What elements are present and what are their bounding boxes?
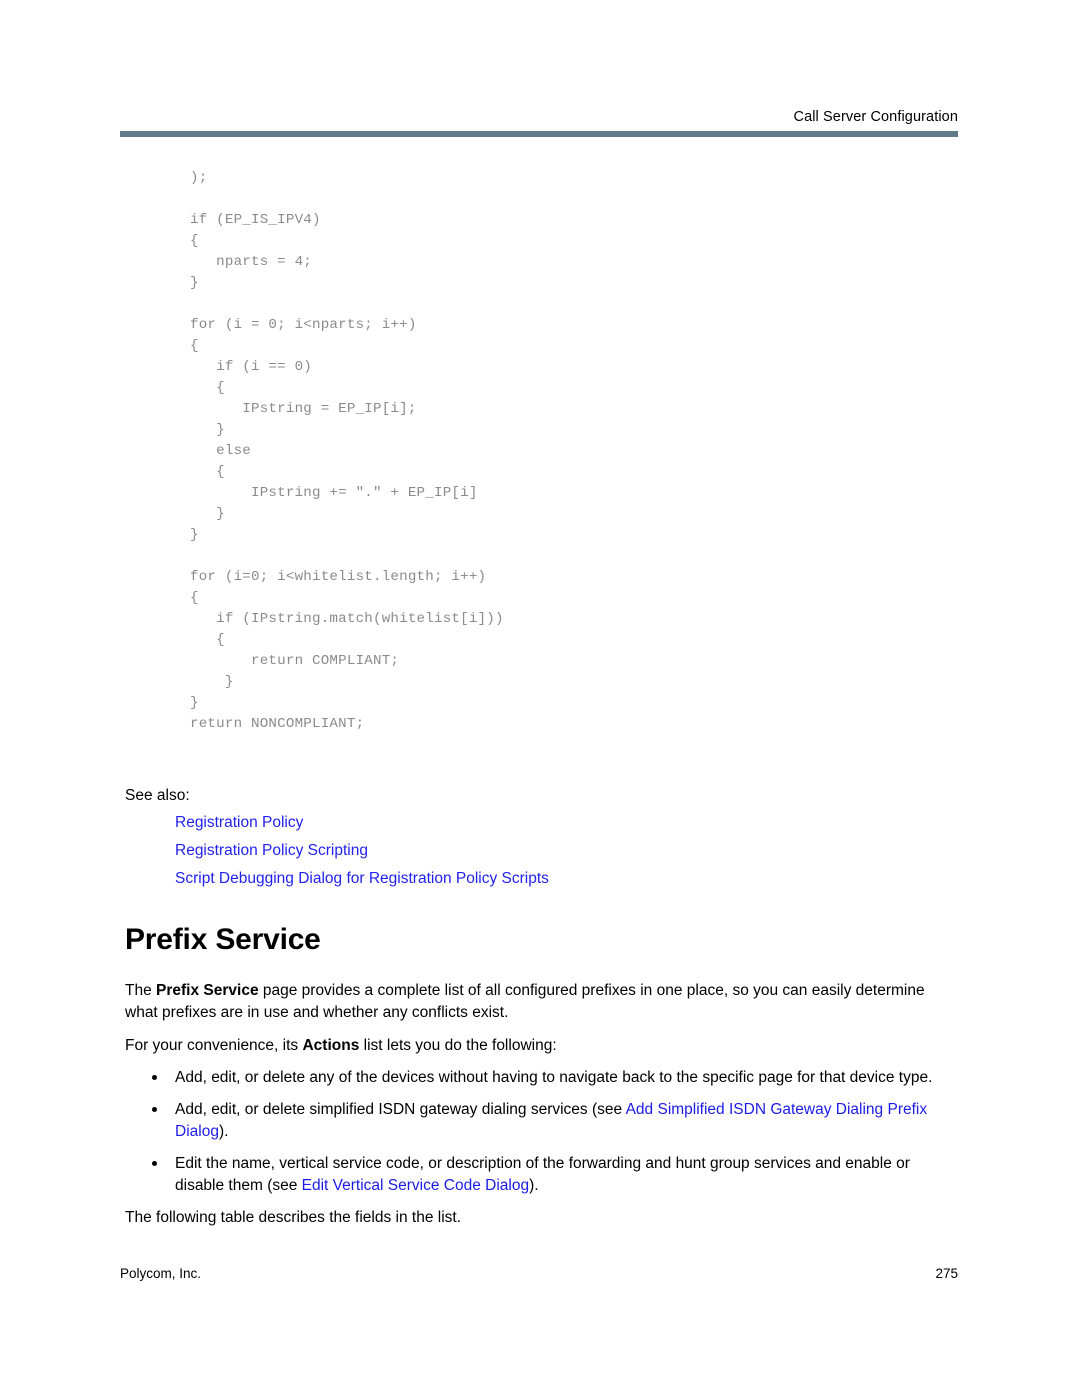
code-line: { — [190, 464, 225, 480]
code-line: IPstring += "." + EP_IP[i] — [190, 485, 478, 501]
actions-text-after: list lets you do the following: — [359, 1037, 557, 1054]
intro-text-before: The — [125, 982, 157, 999]
code-line: } — [190, 422, 225, 438]
see-also-link-registration-policy[interactable]: Registration Policy — [175, 814, 303, 831]
see-also-link-registration-policy-scripting[interactable]: Registration Policy Scripting — [175, 842, 368, 859]
section-heading-prefix-service: Prefix Service — [125, 923, 321, 956]
code-line: return COMPLIANT; — [190, 653, 400, 669]
see-also-link-list: Registration Policy Registration Policy … — [125, 812, 955, 890]
code-line: } — [190, 275, 199, 291]
bullet-dot-icon — [152, 1107, 157, 1112]
list-item: Registration Policy Scripting — [125, 840, 955, 862]
closing-paragraph: The following table describes the fields… — [125, 1209, 462, 1226]
see-also-label: See also: — [125, 787, 190, 804]
code-line: IPstring = EP_IP[i]; — [190, 401, 417, 417]
intro-bold-term: Prefix Service — [156, 982, 259, 999]
code-line: if (IPstring.match(whitelist[i])) — [190, 611, 504, 627]
bullet-dot-icon — [152, 1074, 157, 1080]
actions-paragraph: For your convenience, its Actions list l… — [125, 1035, 955, 1057]
list-item: Registration Policy — [125, 812, 955, 834]
bullet-text: Edit the name, vertical service code, or… — [175, 1155, 910, 1194]
code-line: } — [190, 674, 234, 690]
see-also-link-script-debugging-dialog[interactable]: Script Debugging Dialog for Registration… — [175, 870, 549, 887]
list-item: Add, edit, or delete simplified ISDN gat… — [125, 1099, 955, 1142]
code-line: } — [190, 527, 199, 543]
bullet-text: Add, edit, or delete any of the devices … — [175, 1068, 933, 1086]
footer-company-name: Polycom, Inc. — [120, 1266, 202, 1281]
code-line: ); — [190, 170, 208, 186]
actions-bold-term: Actions — [302, 1037, 360, 1054]
code-line: { — [190, 338, 199, 354]
bullet-link-edit-vertical-service-code-dialog[interactable]: Edit Vertical Service Code Dialog — [302, 1177, 529, 1194]
actions-text-before: For your convenience, its — [125, 1037, 303, 1054]
bullet-text: Add, edit, or delete simplified ISDN gat… — [175, 1101, 626, 1118]
footer-page-number: 275 — [935, 1266, 958, 1281]
code-line: { — [190, 632, 225, 648]
list-item: Add, edit, or delete any of the devices … — [125, 1067, 955, 1089]
bullet-text-after: ). — [529, 1176, 539, 1194]
page-content: See also: Registration Policy Registrati… — [125, 785, 955, 1241]
code-line: } — [190, 695, 199, 711]
section-intro-paragraph: The Prefix Service page provides a compl… — [125, 980, 955, 1023]
code-line: for (i = 0; i<nparts; i++) — [190, 317, 417, 333]
code-line: return NONCOMPLIANT; — [190, 716, 365, 732]
code-line: else — [190, 443, 251, 459]
code-listing: ); if (EP_IS_IPV4) { nparts = 4;} for (i … — [190, 168, 890, 735]
actions-bullet-list: Add, edit, or delete any of the devices … — [125, 1067, 955, 1197]
list-item: Script Debugging Dialog for Registration… — [125, 868, 955, 890]
code-line: for (i=0; i<whitelist.length; i++) — [190, 569, 487, 585]
code-line: { — [190, 590, 199, 606]
code-line: nparts = 4; — [190, 254, 312, 270]
list-item: Edit the name, vertical service code, or… — [125, 1153, 955, 1196]
code-line: if (EP_IS_IPV4) — [190, 212, 321, 228]
header-rule-divider — [120, 131, 958, 137]
bullet-dot-icon — [152, 1161, 157, 1166]
code-line: if (i == 0) — [190, 359, 312, 375]
code-line: } — [190, 506, 225, 522]
page-header-chapter-title: Call Server Configuration — [793, 109, 958, 125]
bullet-text-after: ). — [218, 1122, 229, 1140]
code-line: { — [190, 233, 199, 249]
code-line: { — [190, 380, 225, 396]
document-page: Call Server Configuration ); if (EP_IS_I… — [0, 0, 1080, 1397]
